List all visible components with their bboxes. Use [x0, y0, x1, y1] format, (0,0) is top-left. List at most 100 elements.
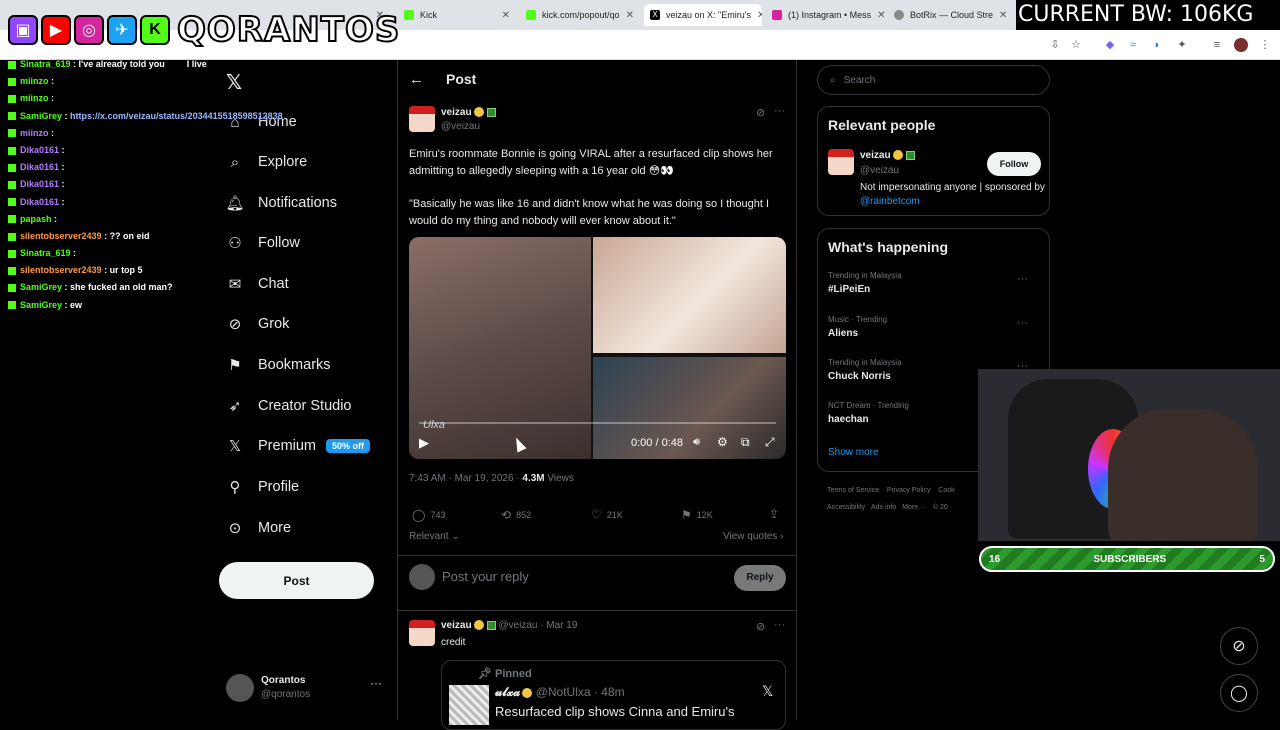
- puzzle-icon[interactable]: ✦: [1175, 38, 1189, 52]
- footer-link[interactable]: Cook: [938, 487, 954, 494]
- trend-item[interactable]: Trending in Malaysia #LiPeiEn ···: [828, 271, 1038, 295]
- person-avatar[interactable]: [828, 149, 854, 175]
- follow-button[interactable]: Follow: [987, 152, 1041, 176]
- footer-link[interactable]: Privacy Policy: [887, 487, 931, 494]
- kick-badge-icon: [8, 232, 16, 241]
- nav-item-more[interactable]: ⊙ More: [226, 513, 291, 543]
- person-icon: ⚲: [229, 479, 241, 496]
- pip-icon[interactable]: ⧉: [741, 435, 750, 450]
- tab-label: BotRix — Cloud Stre: [910, 10, 994, 20]
- share-action[interactable]: ⇪: [769, 507, 784, 521]
- reply-button[interactable]: Reply: [734, 565, 786, 591]
- browser-tab[interactable]: kick.com/popout/qo ✕: [520, 4, 640, 26]
- chat-username: SamiGrey: [20, 282, 63, 293]
- profile-icon[interactable]: [1234, 38, 1248, 52]
- play-icon[interactable]: ▶: [419, 435, 429, 451]
- menu-icon[interactable]: ⋮: [1258, 38, 1272, 52]
- panel-title: What's happening: [828, 239, 948, 255]
- trend-item[interactable]: Music · Trending Aliens ···: [828, 315, 1038, 339]
- close-icon[interactable]: ✕: [496, 10, 510, 21]
- page-title: Post: [446, 71, 477, 87]
- verified-badge-icon: [473, 620, 484, 631]
- more-dots-icon[interactable]: ···: [774, 105, 785, 117]
- person-name[interactable]: veizau: [860, 150, 915, 161]
- close-icon[interactable]: ✕: [993, 10, 1007, 21]
- browser-tab-active[interactable]: Xveizau on X: "Emiru's ✕: [644, 4, 762, 26]
- show-more-link[interactable]: Show more: [828, 447, 879, 458]
- kick-badge-icon: [8, 249, 16, 258]
- grok-float-icon[interactable]: ⊘: [1220, 627, 1258, 665]
- grok-icon[interactable]: ⊘: [756, 106, 765, 119]
- repost-action[interactable]: ⟲ 852: [501, 508, 531, 522]
- nav-item-creator-studio[interactable]: ➶ Creator Studio: [226, 391, 352, 421]
- author-avatar[interactable]: [409, 620, 435, 646]
- more-dots-icon[interactable]: ···: [1017, 317, 1028, 329]
- chat-message: miinzo :: [8, 73, 348, 90]
- account-switcher[interactable]: Qorantos @qorantos ···: [226, 672, 386, 706]
- browser-tab[interactable]: BotRix — Cloud Stre ✕: [888, 4, 1010, 26]
- fullscreen-icon[interactable]: ⤢: [765, 435, 775, 450]
- like-action[interactable]: ♡ 21K: [591, 508, 623, 522]
- extension-icon[interactable]: ≈: [1126, 38, 1140, 52]
- quote-author: 𝓾𝓵𝔁𝓪 @NotUlxa · 48m: [495, 685, 625, 699]
- author-handle[interactable]: @veizau: [441, 121, 480, 132]
- volume-icon[interactable]: 🔊︎: [693, 436, 700, 449]
- chat-message: Dika0161 :: [8, 159, 348, 176]
- chat-bubble-icon[interactable]: ◯: [1220, 674, 1258, 712]
- chat-message: SamiGrey : she fucked an old man?: [8, 279, 348, 296]
- view-quotes-link[interactable]: View quotes ›: [723, 531, 783, 542]
- footer-link[interactable]: Ads info: [871, 504, 896, 511]
- browser-tab[interactable]: (1) Instagram • Mess ✕: [766, 4, 886, 26]
- chat-message: papash :: [8, 211, 348, 228]
- sort-dropdown[interactable]: Relevant ⌄: [409, 531, 460, 542]
- main-column: ← Post veizau @veizau ⊘ ··· Emiru's room…: [397, 60, 797, 730]
- verified-badge-icon: [892, 150, 903, 161]
- more-dots-icon[interactable]: ···: [370, 676, 382, 690]
- person-handle[interactable]: @veizau: [860, 165, 899, 176]
- more-dots-icon[interactable]: ···: [774, 619, 785, 631]
- extension-icon[interactable]: ◗: [1150, 38, 1164, 52]
- affiliate-badge-icon: [486, 620, 496, 630]
- video-progress-track[interactable]: [419, 422, 776, 424]
- grok-icon: ⊘: [228, 316, 242, 333]
- footer-link[interactable]: More ···: [902, 504, 927, 511]
- media-icon[interactable]: ≡: [1210, 38, 1224, 52]
- reply-input[interactable]: Post your reply: [442, 569, 529, 584]
- back-arrow-icon[interactable]: ←: [409, 71, 424, 88]
- video-player[interactable]: Ulxa ▶ 0:00 / 0:48 🔊︎ ⚙ ⧉ ⤢: [409, 237, 786, 459]
- close-icon[interactable]: ✕: [620, 10, 634, 21]
- nav-item-bookmarks[interactable]: ⚑ Bookmarks: [226, 350, 330, 380]
- grok-icon[interactable]: ⊘: [756, 620, 765, 633]
- install-icon[interactable]: ⇩: [1048, 38, 1062, 52]
- chat-link[interactable]: https://x.com/veizau/status/203441551859…: [70, 111, 283, 121]
- person-shape: [1108, 409, 1258, 541]
- kick-badge-icon: [8, 163, 16, 172]
- post-button[interactable]: Post: [219, 562, 374, 599]
- extension-icon[interactable]: ◆: [1103, 38, 1117, 52]
- account-name: Qorantos: [261, 675, 306, 686]
- search-input[interactable]: ⌕ Search: [817, 65, 1050, 95]
- footer-link[interactable]: Terms of Service: [827, 487, 879, 494]
- close-icon[interactable]: ✕: [871, 10, 885, 21]
- more-dots-icon[interactable]: ···: [1017, 273, 1028, 285]
- author-avatar[interactable]: [409, 106, 435, 132]
- chat-message: miinzo :: [8, 125, 348, 142]
- chat-username: SamiGrey: [20, 299, 63, 310]
- reply-header[interactable]: veizau @veizau · Mar 19: [441, 620, 577, 631]
- settings-icon[interactable]: ⚙: [717, 435, 728, 449]
- repost-icon: ⟲: [501, 508, 512, 522]
- nav-item-profile[interactable]: ⚲ Profile: [226, 472, 300, 502]
- chat-username: papash: [20, 213, 52, 224]
- youtube-icon: ▶: [41, 15, 71, 45]
- nav-item-premium[interactable]: 𝕏 Premium 50% off: [226, 431, 371, 461]
- reply-action[interactable]: ◯ 743: [412, 508, 445, 522]
- browser-tab[interactable]: Kick ✕: [398, 4, 516, 26]
- close-icon[interactable]: ✕: [751, 10, 762, 21]
- star-icon[interactable]: ☆: [1069, 38, 1083, 52]
- bookmark-action[interactable]: ⚑ 12K: [681, 508, 713, 522]
- kick-badge-icon: [8, 198, 16, 207]
- stream-chat-overlay: Sinatra_619 : I've already told you I liv…: [8, 56, 348, 314]
- divider: [398, 555, 796, 556]
- footer-link[interactable]: Accessibility: [827, 504, 865, 511]
- author-name[interactable]: veizau: [441, 107, 496, 118]
